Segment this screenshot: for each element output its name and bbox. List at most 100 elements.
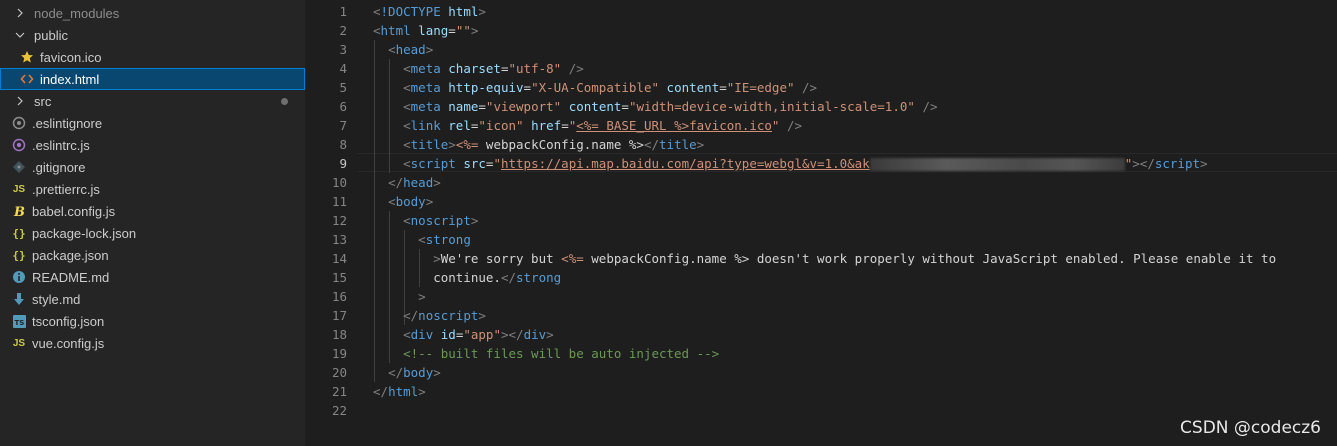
code-token: rel <box>448 118 471 133</box>
code-token: < <box>373 23 381 38</box>
explorer-item-eslintignore[interactable]: .eslintignore <box>0 112 305 134</box>
code-line: <noscript> <box>373 211 478 230</box>
line-number: 11 <box>331 194 347 209</box>
code-token: < <box>373 4 381 19</box>
explorer-item-label: README.md <box>32 269 110 285</box>
code-token: charset <box>448 61 501 76</box>
code-token: > <box>448 137 456 152</box>
info-icon <box>12 269 26 285</box>
redacted-api-key <box>869 158 1125 171</box>
code-token: div <box>410 327 434 342</box>
explorer-item-package-lock-json[interactable]: {} package-lock.json <box>0 222 305 244</box>
explorer-item-node-modules[interactable]: node_modules <box>0 2 305 24</box>
code-token: <!-- built files will be auto injected -… <box>403 346 720 361</box>
explorer-item-label: vue.config.js <box>32 335 105 351</box>
code-token: noscript <box>410 213 471 228</box>
markdown-arrow-icon <box>12 291 26 307</box>
line-number: 19 <box>331 346 347 361</box>
watermark: CSDN @codecz6 <box>1180 418 1321 438</box>
explorer-item-label: style.md <box>32 291 81 307</box>
code-token: <%= BASE_URL %>favicon.ico <box>576 118 772 133</box>
code-token: = <box>500 61 509 76</box>
code-line: <html lang=""> <box>373 21 478 40</box>
code-token: html <box>448 4 479 19</box>
eslint-icon <box>12 137 26 153</box>
code-token: < <box>388 194 396 209</box>
line-number: 17 <box>331 308 347 323</box>
explorer-item-prettierrc-js[interactable]: JS .prettierrc.js <box>0 178 305 200</box>
line-number: 5 <box>339 80 347 95</box>
code-token: = <box>523 80 532 95</box>
code-token: < <box>403 61 411 76</box>
code-token: name <box>448 99 479 114</box>
typescript-icon: TS <box>12 313 26 329</box>
code-token: > <box>478 308 486 323</box>
code-token: strong <box>516 270 562 285</box>
code-token: = <box>621 99 629 114</box>
explorer-item-public[interactable]: public <box>0 24 305 46</box>
code-line: <title><%= webpackConfig.name %></title> <box>373 135 704 154</box>
code-line: <link rel="icon" href="<%= BASE_URL %>fa… <box>373 116 802 135</box>
code-token: !DOCTYPE <box>380 4 441 19</box>
svg-text:TS: TS <box>14 319 24 327</box>
line-number: 4 <box>339 61 347 76</box>
code-token: = <box>478 99 486 114</box>
code-token: "width=device-width,initial-scale=1.0" <box>628 99 915 114</box>
explorer-item-label: node_modules <box>34 5 120 21</box>
code-token: /> <box>568 61 584 76</box>
explorer-item-label: public <box>34 27 68 43</box>
code-token: continue. <box>373 270 501 285</box>
code-line: <!DOCTYPE html> <box>373 2 486 21</box>
eslint-ignore-icon <box>12 115 26 131</box>
code-line: continue.</strong <box>373 268 561 287</box>
code-token: link <box>410 118 441 133</box>
explorer-item-tsconfig-json[interactable]: TS tsconfig.json <box>0 310 305 332</box>
explorer-item-gitignore[interactable]: .gitignore <box>0 156 305 178</box>
json-icon: {} <box>12 226 26 240</box>
code-token: > <box>433 365 441 380</box>
code-token: </ <box>373 384 389 399</box>
code-token: < <box>403 118 411 133</box>
code-token: </ <box>500 270 516 285</box>
explorer-item-index-html[interactable]: index.html <box>0 68 305 90</box>
line-number: 10 <box>331 175 347 190</box>
line-number: 3 <box>339 42 347 57</box>
svg-text:B: B <box>13 205 25 218</box>
explorer-item-vue-config-js[interactable]: JS vue.config.js <box>0 332 305 354</box>
code-token: lang <box>418 23 449 38</box>
explorer-sidebar: node_modules public favicon.ico index.html s… <box>0 0 305 446</box>
explorer-item-eslintrc-js[interactable]: .eslintrc.js <box>0 134 305 156</box>
code-token: ></ <box>500 327 524 342</box>
line-number: 8 <box>339 137 347 152</box>
explorer-item-src[interactable]: src <box>0 90 305 112</box>
line-number: 14 <box>331 251 347 266</box>
explorer-item-label: .gitignore <box>32 159 86 175</box>
explorer-item-readme-md[interactable]: README.md <box>0 266 305 288</box>
explorer-item-package-json[interactable]: {} package.json <box>0 244 305 266</box>
code-editor[interactable]: <!DOCTYPE html> <html lang=""> <head> <me… <box>357 0 1337 446</box>
explorer-item-style-md[interactable]: style.md <box>0 288 305 310</box>
code-token: </ <box>643 137 660 152</box>
explorer-item-babel-config-js[interactable]: Bbabel.config.js <box>0 200 305 222</box>
code-token: html <box>380 23 411 38</box>
js-icon: JS <box>12 337 26 349</box>
code-token: https://api.map.baidu.com/api?type=webgl… <box>500 156 870 171</box>
code-token: "" <box>455 23 471 38</box>
code-token: </ <box>388 365 404 380</box>
explorer-item-favicon-ico[interactable]: favicon.ico <box>0 46 305 68</box>
code-token: > <box>470 23 479 38</box>
code-token: webpackConfig.name %> <box>478 137 644 152</box>
line-number-gutter: 1 2 3 4 5 6 7 8 9 10 11 12 13 14 15 16 17 18 19 20 21 22 <box>305 0 357 446</box>
js-icon: JS <box>12 183 26 195</box>
code-line: </noscript> <box>373 306 486 325</box>
code-token: id <box>440 327 456 342</box>
line-number: 16 <box>331 289 347 304</box>
code-token: content <box>666 80 720 95</box>
